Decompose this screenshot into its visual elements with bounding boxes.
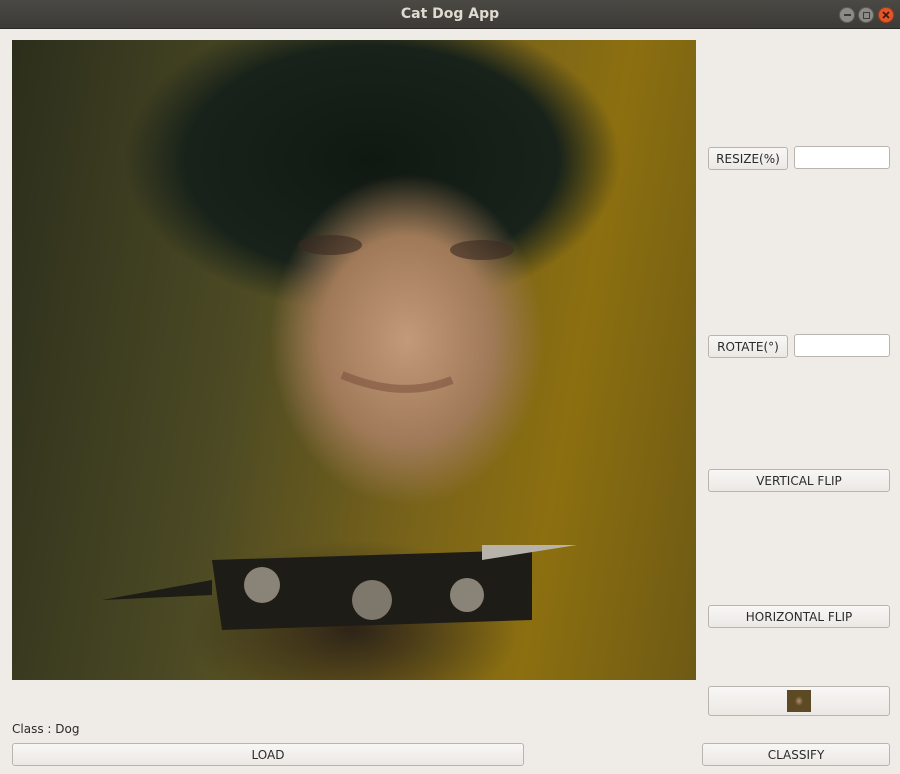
image-thumbnail-button[interactable] <box>708 686 890 716</box>
class-result-prefix: Class : <box>12 722 56 736</box>
rotate-input[interactable] <box>794 334 890 357</box>
resize-input[interactable] <box>794 146 890 169</box>
close-button[interactable] <box>878 7 894 23</box>
rotate-button[interactable]: ROTATE(°) <box>708 335 788 358</box>
vertical-flip-button[interactable]: VERTICAL FLIP <box>708 469 890 492</box>
classify-button[interactable]: CLASSIFY <box>702 743 890 766</box>
thumbnail-image <box>787 690 811 712</box>
image-preview <box>12 40 696 680</box>
resize-button[interactable]: RESIZE(%) <box>708 147 788 170</box>
maximize-icon <box>862 11 870 19</box>
horizontal-flip-button[interactable]: HORIZONTAL FLIP <box>708 605 890 628</box>
class-result: Class : Dog <box>12 722 79 736</box>
class-result-value: Dog <box>55 722 80 736</box>
minimize-button[interactable] <box>839 7 855 23</box>
minimize-icon <box>843 14 851 16</box>
window-title: Cat Dog App <box>400 6 500 22</box>
maximize-button[interactable] <box>858 7 874 23</box>
load-button[interactable]: LOAD <box>12 743 524 766</box>
close-icon <box>882 11 890 19</box>
title-bar: Cat Dog App <box>0 0 900 29</box>
loaded-photo <box>102 235 577 630</box>
